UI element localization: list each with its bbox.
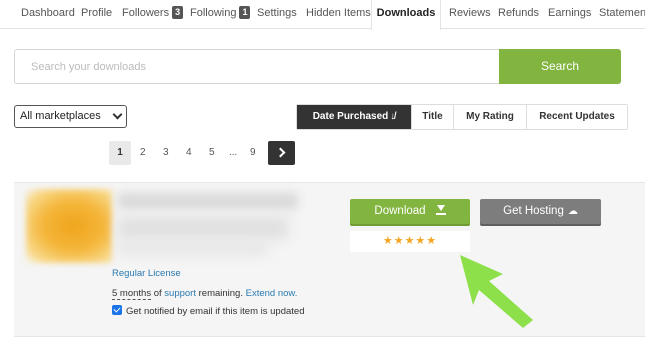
page-9[interactable]: 9 [250, 141, 256, 165]
tab-downloads[interactable]: Downloads [371, 0, 441, 30]
tab-hidden-items[interactable]: Hidden Items [306, 0, 371, 29]
tab-refunds[interactable]: Refunds [498, 0, 539, 29]
chevron-down-icon [112, 109, 123, 120]
sort-label: Title [422, 111, 443, 122]
notify-option: Get notified by email if this item is up… [112, 305, 304, 317]
followers-count-badge: 3 [172, 6, 184, 19]
tab-label: Earnings [548, 7, 592, 19]
tab-label: Following [190, 7, 237, 19]
support-link[interactable]: support [164, 288, 196, 299]
pagination: 1 2 3 4 5 ... 9 [0, 141, 300, 165]
star-rating[interactable]: ★★★★★ [350, 231, 470, 252]
tab-label: Statements [599, 7, 645, 19]
item-author-blurred [118, 217, 288, 239]
tab-label: Followers [122, 7, 170, 19]
sort-title-button[interactable]: Title [411, 105, 453, 129]
hosting-label: Get Hosting [503, 205, 564, 217]
tab-settings[interactable]: Settings [257, 0, 297, 29]
search-button[interactable]: Search [499, 49, 621, 84]
download-icon [435, 205, 446, 215]
download-label: Download [374, 205, 426, 217]
sort-recent-updates-button[interactable]: Recent Updates [526, 105, 627, 129]
tab-label: Settings [257, 7, 297, 19]
sort-options: Date Purchased ↓̸ Title My Rating Recent … [296, 104, 628, 130]
tab-statements[interactable]: Statements [599, 0, 645, 29]
get-hosting-button[interactable]: Get Hosting ☁ [480, 199, 601, 224]
pointer-arrow-icon [460, 255, 533, 328]
tab-label: Hidden Items [306, 7, 371, 19]
tab-dashboard[interactable]: Dashboard [21, 0, 75, 29]
page-ellipsis: ... [229, 147, 238, 158]
tab-label: Reviews [449, 7, 491, 19]
tab-following[interactable]: Following 1 [190, 0, 251, 29]
tab-label: Profile [81, 7, 113, 19]
sort-label: My Rating [466, 111, 514, 122]
license-link[interactable]: Regular License [112, 268, 181, 279]
download-button[interactable]: Download [350, 199, 470, 224]
tab-reviews[interactable]: Reviews [449, 0, 491, 29]
tab-followers[interactable]: Followers 3 [122, 0, 184, 29]
extend-support-link[interactable]: Extend now. [246, 288, 298, 299]
marketplace-select-value: All marketplaces [20, 110, 101, 122]
download-item-row: Regular License 5 months of support rema… [14, 182, 645, 337]
account-tabs: Dashboard Profile Followers 3 Following 1 … [0, 0, 645, 30]
tab-label: Dashboard [21, 7, 75, 19]
search-bar: Search [14, 49, 621, 84]
sort-date-purchased-button[interactable]: Date Purchased ↓̸ [297, 105, 411, 129]
support-of-text: of [153, 288, 162, 299]
tab-label: Downloads [376, 7, 436, 19]
cloud-upload-icon: ☁ [567, 206, 578, 217]
sort-label: Recent Updates [539, 111, 615, 122]
support-status: 5 months of support remaining. Extend no… [112, 288, 298, 300]
tab-label: Refunds [498, 7, 539, 19]
item-meta-blurred [118, 241, 268, 255]
page-2[interactable]: 2 [140, 141, 146, 165]
page-3[interactable]: 3 [163, 141, 169, 165]
tab-earnings[interactable]: Earnings [548, 0, 591, 29]
notify-label: Get notified by email if this item is up… [126, 306, 305, 317]
chevron-right-icon [275, 147, 286, 158]
item-title-blurred [118, 193, 298, 209]
page-1[interactable]: 1 [109, 141, 131, 165]
sort-icon: ↓̸ [390, 111, 396, 122]
following-count-badge: 1 [239, 6, 251, 19]
page-4[interactable]: 4 [186, 141, 192, 165]
support-remaining-text: remaining. [198, 288, 243, 299]
next-page-button[interactable] [268, 141, 295, 165]
sort-label: Date Purchased [312, 111, 389, 122]
support-months: 5 months [112, 288, 152, 300]
item-thumbnail[interactable] [26, 189, 112, 263]
sort-my-rating-button[interactable]: My Rating [453, 105, 526, 129]
notify-checkbox[interactable] [112, 305, 122, 315]
page-5[interactable]: 5 [209, 141, 215, 165]
search-input[interactable] [14, 49, 500, 84]
tab-profile[interactable]: Profile [81, 0, 112, 29]
marketplace-select[interactable]: All marketplaces [14, 105, 127, 128]
